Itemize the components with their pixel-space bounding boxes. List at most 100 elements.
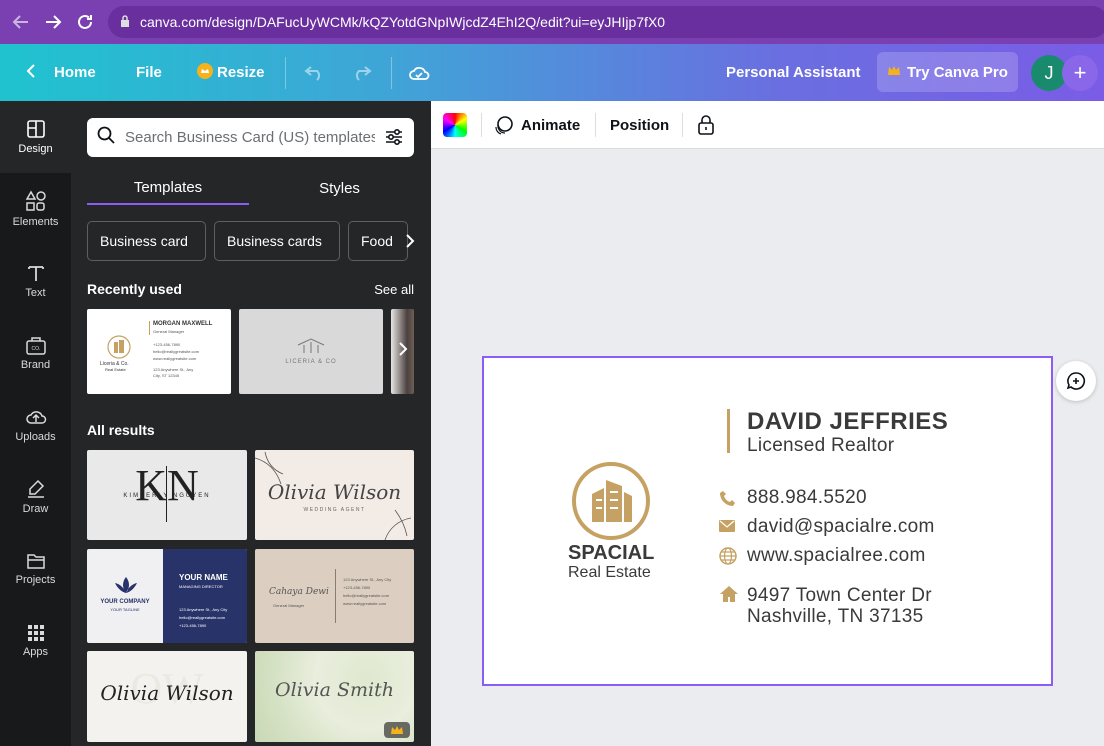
try-canva-pro-button[interactable]: Try Canva Pro	[877, 52, 1018, 92]
editor-header: Home File Resize Personal Assistant Try …	[0, 44, 1104, 101]
card-name[interactable]: DAVID JEFFRIES	[747, 408, 948, 436]
template-tagline: YOUR TAGLINE	[110, 607, 140, 612]
brand-icon: CO.	[25, 337, 46, 355]
lock-button[interactable]	[697, 101, 715, 149]
rail-label: Projects	[15, 574, 56, 586]
rail-item-uploads[interactable]: Uploads	[0, 389, 71, 461]
templates-panel: Templates Styles Business card Business …	[71, 101, 431, 746]
reload-icon[interactable]	[74, 11, 96, 33]
panel-tabs: Templates Styles	[87, 171, 414, 205]
address-bar[interactable]: canva.com/design/DAFucUyWCMk/kQZYotdGNpI…	[108, 6, 1104, 38]
rail-item-text[interactable]: Text	[0, 245, 71, 317]
see-all-link[interactable]: See all	[374, 282, 414, 297]
position-button[interactable]: Position	[610, 101, 669, 149]
template-text: KIMBERLY NGUYEN	[123, 493, 211, 499]
undo-button[interactable]	[304, 44, 326, 101]
template-text: Olivia Smith	[275, 679, 394, 701]
uploads-icon	[25, 411, 46, 424]
globe-icon[interactable]	[719, 547, 737, 565]
rail-item-elements[interactable]: Elements	[0, 173, 71, 245]
animate-icon	[495, 116, 513, 135]
card-address-line1[interactable]: 9497 Town Center Dr	[747, 585, 932, 607]
recent-template[interactable]: Liceria & Co. Real Estate MORGAN MAXWELL…	[87, 309, 231, 394]
animate-button[interactable]: Animate	[493, 101, 580, 149]
template-result[interactable]: OW Olivia Wilson	[87, 651, 247, 742]
template-email: hello@reallygreatsite.com	[343, 593, 390, 598]
rail-item-design[interactable]: Design	[0, 101, 71, 173]
background-color-button[interactable]	[443, 113, 467, 137]
rail-item-apps[interactable]: Apps	[0, 605, 71, 677]
filter-icon[interactable]	[384, 127, 404, 152]
template-addr: 123 Anywhere St., Any City	[179, 607, 228, 612]
svg-text:CO.: CO.	[31, 346, 40, 352]
template-result[interactable]: Olivia Smith	[255, 651, 414, 742]
card-accent-bar[interactable]	[727, 409, 730, 453]
card-website[interactable]: www.spacialree.com	[747, 545, 926, 567]
pro-badge	[384, 722, 410, 738]
chevron-right-icon[interactable]	[398, 229, 422, 253]
home-icon[interactable]	[719, 585, 739, 603]
business-card-page[interactable]: SPACIAL Real Estate DAVID JEFFRIES Licen…	[482, 356, 1053, 686]
apps-icon	[27, 625, 44, 641]
home-button[interactable]: Home	[26, 44, 96, 101]
forward-icon[interactable]	[42, 11, 64, 33]
try-pro-label: Try Canva Pro	[907, 63, 1008, 81]
lotus-logo-icon	[115, 577, 137, 593]
undo-icon	[304, 65, 320, 81]
resize-button[interactable]: Resize	[197, 44, 265, 101]
template-result[interactable]: KN KIMBERLY NGUYEN	[87, 450, 247, 540]
crown-icon	[391, 726, 403, 734]
chip-business-cards[interactable]: Business cards	[214, 221, 340, 261]
card-brand-line1[interactable]: SPACIAL	[568, 542, 654, 565]
thumb-name: MORGAN MAXWELL	[153, 321, 213, 327]
back-icon[interactable]	[10, 11, 32, 33]
template-divider	[335, 569, 336, 623]
recent-template[interactable]: LICERIA & CO	[239, 309, 383, 394]
template-result[interactable]: Cahaya Dewi General Manager 123 Anywhere…	[255, 549, 414, 643]
home-label: Home	[54, 64, 96, 81]
side-rail: Design Elements Text CO. Brand Uploads D…	[0, 101, 71, 746]
file-menu[interactable]: File	[136, 44, 162, 101]
template-name: YOUR NAME	[179, 573, 228, 582]
design-icon	[26, 120, 45, 138]
personal-assistant-button[interactable]: Personal Assistant	[726, 44, 861, 101]
template-title: General Manager	[273, 603, 305, 608]
crown-icon	[887, 64, 901, 81]
template-result[interactable]: Olivia Wilson WEDDING AGENT	[255, 450, 414, 540]
rail-item-projects[interactable]: Projects	[0, 533, 71, 605]
template-result[interactable]: YOUR COMPANY YOUR TAGLINE YOUR NAME MANA…	[87, 549, 247, 643]
rail-item-brand[interactable]: CO. Brand	[0, 317, 71, 389]
thumb-brand: LICERIA & CO	[285, 359, 337, 365]
template-text: Olivia Wilson	[100, 681, 234, 705]
chip-business-card[interactable]: Business card	[87, 221, 206, 261]
card-brand-line2[interactable]: Real Estate	[568, 564, 651, 582]
email-icon[interactable]	[719, 520, 735, 532]
search-input[interactable]	[125, 129, 375, 146]
toolbar-divider	[682, 113, 683, 137]
tab-templates[interactable]: Templates	[87, 171, 249, 205]
add-comment-button[interactable]	[1056, 361, 1096, 401]
rail-label: Apps	[22, 646, 49, 658]
template-phone: +123-456-7890	[179, 623, 207, 628]
building-logo-icon[interactable]	[570, 460, 652, 542]
card-address-line2[interactable]: Nashville, TN 37135	[747, 606, 923, 628]
card-email[interactable]: david@spacialre.com	[747, 516, 935, 538]
add-collaborator-button[interactable]: +	[1062, 55, 1098, 91]
tab-styles[interactable]: Styles	[257, 171, 422, 205]
redo-icon	[356, 65, 372, 81]
rail-item-draw[interactable]: Draw	[0, 461, 71, 533]
elements-icon	[25, 190, 46, 211]
chevron-right-icon[interactable]	[398, 341, 408, 362]
card-role[interactable]: Licensed Realtor	[747, 435, 894, 457]
redo-button[interactable]	[350, 44, 372, 101]
template-panel	[163, 549, 247, 643]
rail-label: Draw	[22, 503, 49, 515]
search-icon	[97, 126, 115, 149]
thumb-web: www.reallygreatsite.com	[153, 356, 197, 361]
thumb-addr1: 123 Anywhere St., Any	[153, 367, 194, 372]
header-divider	[391, 57, 392, 89]
phone-icon[interactable]	[719, 489, 737, 507]
chevron-left-icon	[26, 63, 36, 83]
card-phone[interactable]: 888.984.5520	[747, 487, 867, 509]
cloud-save-button[interactable]	[408, 44, 430, 101]
